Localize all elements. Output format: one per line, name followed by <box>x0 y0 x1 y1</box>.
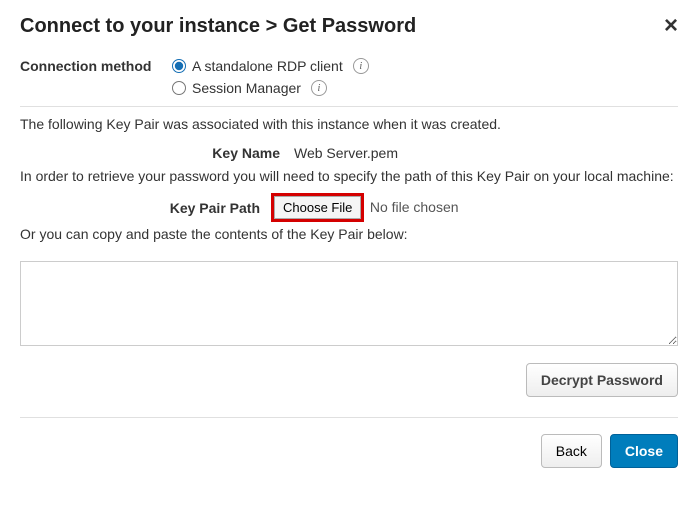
radio-rdp-client[interactable]: A standalone RDP client i <box>172 58 369 74</box>
radio-rdp-label: A standalone RDP client <box>192 58 343 74</box>
info-icon[interactable]: i <box>353 58 369 74</box>
key-name-value: Web Server.pem <box>294 145 398 161</box>
decrypt-password-button[interactable]: Decrypt Password <box>526 363 678 397</box>
close-button[interactable]: Close <box>610 434 678 468</box>
radio-session-manager[interactable]: Session Manager i <box>172 80 369 96</box>
connection-method-label: Connection method <box>20 58 160 74</box>
key-name-label: Key Name <box>20 145 280 161</box>
info-icon[interactable]: i <box>311 80 327 96</box>
close-icon[interactable]: × <box>664 14 678 38</box>
radio-session-label: Session Manager <box>192 80 301 96</box>
retrieve-password-text: In order to retrieve your password you w… <box>20 167 678 187</box>
choose-file-button[interactable]: Choose File <box>274 196 361 219</box>
keypair-contents-textarea[interactable] <box>20 261 678 346</box>
back-button[interactable]: Back <box>541 434 602 468</box>
dialog-title: Connect to your instance > Get Password <box>20 15 416 38</box>
keypair-associated-text: The following Key Pair was associated wi… <box>20 115 678 135</box>
radio-session-input[interactable] <box>172 81 186 95</box>
copy-paste-text: Or you can copy and paste the contents o… <box>20 225 678 245</box>
radio-rdp-input[interactable] <box>172 59 186 73</box>
no-file-chosen-text: No file chosen <box>370 199 459 215</box>
key-pair-path-label: Key Pair Path <box>20 200 260 216</box>
